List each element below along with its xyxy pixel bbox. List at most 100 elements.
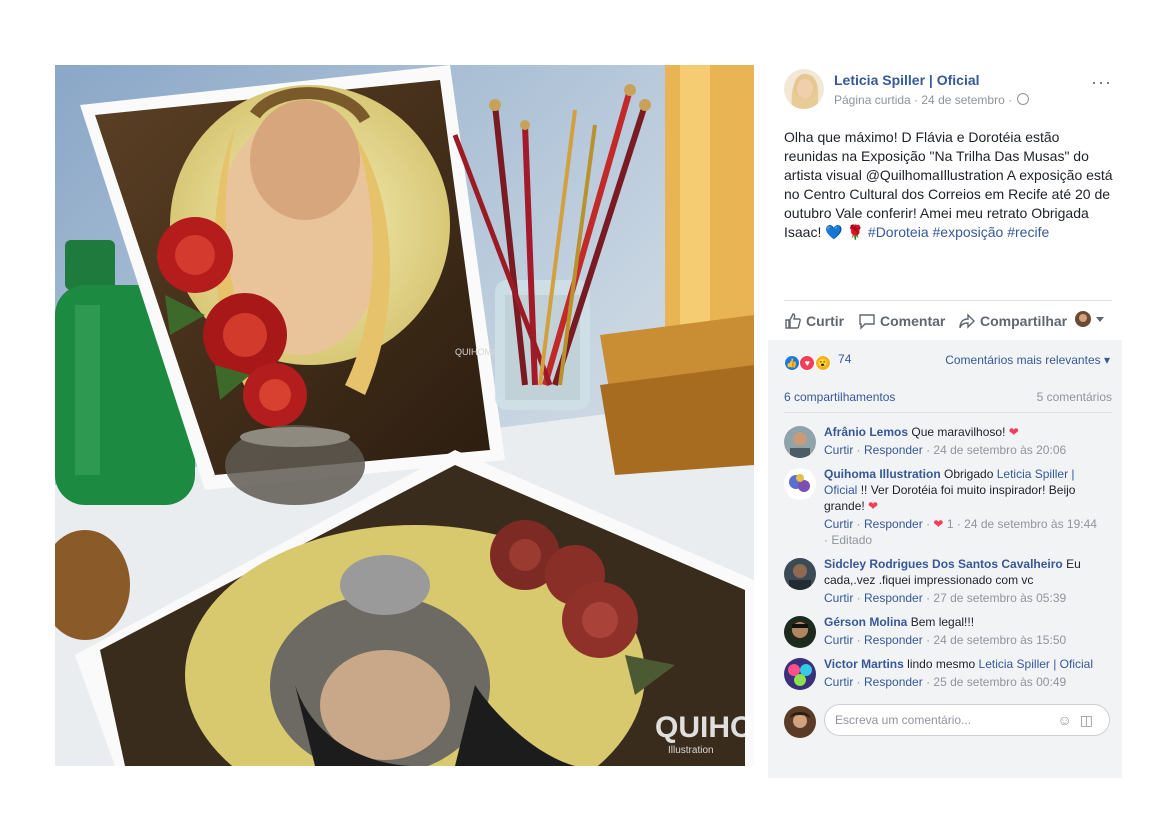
- love-reaction-icon: ♥: [799, 355, 816, 371]
- hashtag-exposicao[interactable]: #exposição: [933, 224, 1004, 240]
- post-photo[interactable]: QUIHOMA QUIHOMA Illust: [55, 65, 754, 766]
- comment-like-link[interactable]: Curtir: [824, 633, 853, 647]
- comment-body: Gérson Molina Bem legal!!! Curtir · Resp…: [824, 614, 1104, 648]
- hashtag-doroteia[interactable]: #Doroteia: [868, 224, 929, 240]
- thumbs-up-icon: [785, 313, 801, 329]
- avatar-image: [784, 616, 816, 648]
- rose-emoji: 🌹: [846, 224, 865, 240]
- mention-link[interactable]: Leticia Spiller | Oficial: [979, 657, 1094, 671]
- comment-time[interactable]: 27 de setembro às 05:39: [933, 591, 1066, 605]
- comment-reply-link[interactable]: Responder: [864, 443, 923, 457]
- comment-label: Comentar: [880, 313, 946, 329]
- blue-heart-emoji: 💙: [825, 224, 843, 240]
- action-bar: Curtir Comentar Compartilhar: [784, 304, 1114, 338]
- comment-body: Quihoma Illustration Obrigado Leticia Sp…: [824, 466, 1104, 548]
- comment-like-link[interactable]: Curtir: [824, 591, 853, 605]
- comment-text: lindo mesmo: [907, 657, 976, 671]
- comment-like-link[interactable]: Curtir: [824, 675, 853, 689]
- share-label: Compartilhar: [980, 313, 1068, 329]
- comment-like-link[interactable]: Curtir: [824, 443, 853, 457]
- commenter-avatar[interactable]: [784, 558, 816, 590]
- red-heart-emoji: ❤: [868, 499, 879, 513]
- comment-body: Sidcley Rodrigues Dos Santos Cavalheiro …: [824, 556, 1104, 606]
- comment-like-link[interactable]: Curtir: [824, 517, 853, 531]
- wow-reaction-icon: 😮: [814, 355, 831, 371]
- comment-reply-link[interactable]: Responder: [864, 517, 923, 531]
- page-avatar-image: [784, 69, 824, 109]
- hashtag-recife[interactable]: #recife: [1007, 224, 1049, 240]
- comment-time[interactable]: 24 de setembro às 15:50: [933, 633, 1066, 647]
- comment-author[interactable]: Gérson Molina: [824, 615, 907, 629]
- reaction-summary[interactable]: 👍 ♥ 😮 74: [784, 352, 851, 371]
- comment-time[interactable]: 24 de setembro às 19:44: [964, 517, 1097, 531]
- avatar-image: [784, 706, 816, 738]
- comment-reply-link[interactable]: Responder: [864, 675, 923, 689]
- avatar-image: [784, 658, 816, 690]
- post-side-panel: Leticia Spiller | Oficial Página curtida…: [768, 52, 1122, 778]
- artwork-image: QUIHOMA QUIHOMA Illust: [55, 65, 754, 766]
- red-heart-emoji: ❤: [1008, 425, 1019, 439]
- emoji-icon[interactable]: ☺: [1057, 712, 1079, 728]
- watermark-small: QUIHOMA: [455, 347, 498, 357]
- avatar-image: [784, 426, 816, 458]
- comment-meta: Curtir · Responder · 24 de setembro às 2…: [824, 443, 1067, 457]
- comment-edited: Editado: [831, 533, 873, 547]
- comment-sort-label: Comentários mais relevantes: [945, 353, 1101, 367]
- composer-icons: ☺◫: [1057, 712, 1101, 729]
- more-options-icon[interactable]: ···: [1091, 73, 1112, 91]
- avatar-image: [784, 558, 816, 590]
- watermark-large: QUIHOMA: [655, 711, 754, 744]
- actor-selector[interactable]: [1074, 310, 1110, 328]
- comments-count-link[interactable]: 5 comentários: [1037, 390, 1112, 404]
- avatar-image: [784, 468, 816, 500]
- comment-reaction-count[interactable]: 1: [947, 517, 954, 531]
- page-avatar[interactable]: [784, 69, 824, 109]
- divider: [784, 412, 1112, 413]
- comments-section: 👍 ♥ 😮 74 Comentários mais relevantes ▾ 6…: [768, 340, 1122, 778]
- current-user-avatar: [784, 706, 816, 738]
- comment-author[interactable]: Sidcley Rodrigues Dos Santos Cavalheiro: [824, 557, 1063, 571]
- commenter-avatar[interactable]: [784, 658, 816, 690]
- comment-input[interactable]: Escreva um comentário... ☺◫: [824, 704, 1110, 736]
- globe-icon: [1017, 93, 1030, 105]
- comment-meta: Curtir · Responder · 24 de setembro às 1…: [824, 633, 1067, 647]
- comment-meta: Curtir · Responder · 27 de setembro às 0…: [824, 591, 1067, 605]
- share-button[interactable]: Compartilhar: [958, 312, 1067, 330]
- comment-time[interactable]: 25 de setembro às 00:49: [933, 675, 1066, 689]
- comment-bubble-icon: [859, 314, 875, 330]
- comment-meta: Curtir · Responder · ❤ 1 · 24 de setembr…: [824, 517, 1097, 547]
- post-meta: Página curtida · 24 de setembro ·: [834, 93, 1030, 107]
- post-meta-text[interactable]: Página curtida · 24 de setembro ·: [834, 93, 1012, 107]
- like-label: Curtir: [806, 313, 845, 329]
- comment-author[interactable]: Afrânio Lemos: [824, 425, 908, 439]
- actor-avatar-icon: [1075, 311, 1104, 327]
- watermark-sub: Illustration: [668, 745, 714, 756]
- commenter-avatar[interactable]: [784, 468, 816, 500]
- like-button[interactable]: Curtir: [784, 312, 844, 330]
- comment-button[interactable]: Comentar: [858, 312, 945, 330]
- commenter-avatar[interactable]: [784, 616, 816, 648]
- sticker-icon[interactable]: ◫: [1080, 712, 1101, 728]
- comment-text-after: !! Ver Dorotéia foi muito inspirador! Be…: [824, 483, 1076, 513]
- post-text: Olha que máximo! D Flávia e Dorotéia est…: [784, 128, 1114, 242]
- comment-meta: Curtir · Responder · 25 de setembro às 0…: [824, 675, 1067, 689]
- comment-text: Que maravilhoso!: [911, 425, 1006, 439]
- share-arrow-icon: [959, 313, 975, 329]
- commenter-avatar[interactable]: [784, 426, 816, 458]
- post-header: Leticia Spiller | Oficial Página curtida…: [784, 69, 1112, 109]
- comment-body: Victor Martins lindo mesmo Leticia Spill…: [824, 656, 1104, 690]
- caret-down-icon: ▾: [1103, 353, 1110, 367]
- reaction-count: 74: [838, 352, 852, 366]
- page-name-link[interactable]: Leticia Spiller | Oficial: [834, 72, 980, 88]
- comment-reply-link[interactable]: Responder: [864, 591, 923, 605]
- comment-reply-link[interactable]: Responder: [864, 633, 923, 647]
- comment-sort-dropdown[interactable]: Comentários mais relevantes ▾: [945, 353, 1110, 367]
- comment-composer: Escreva um comentário... ☺◫: [784, 704, 1114, 738]
- comment-time[interactable]: 24 de setembro às 20:06: [933, 443, 1066, 457]
- comment-body: Afrânio Lemos Que maravilhoso! ❤ Curtir …: [824, 424, 1104, 458]
- like-reaction-icon: 👍: [784, 355, 800, 371]
- comment-author[interactable]: Quihoma Illustration: [824, 467, 941, 481]
- shares-count-link[interactable]: 6 compartilhamentos: [784, 390, 895, 404]
- love-reaction-icon: ❤: [933, 517, 944, 531]
- comment-author[interactable]: Victor Martins: [824, 657, 904, 671]
